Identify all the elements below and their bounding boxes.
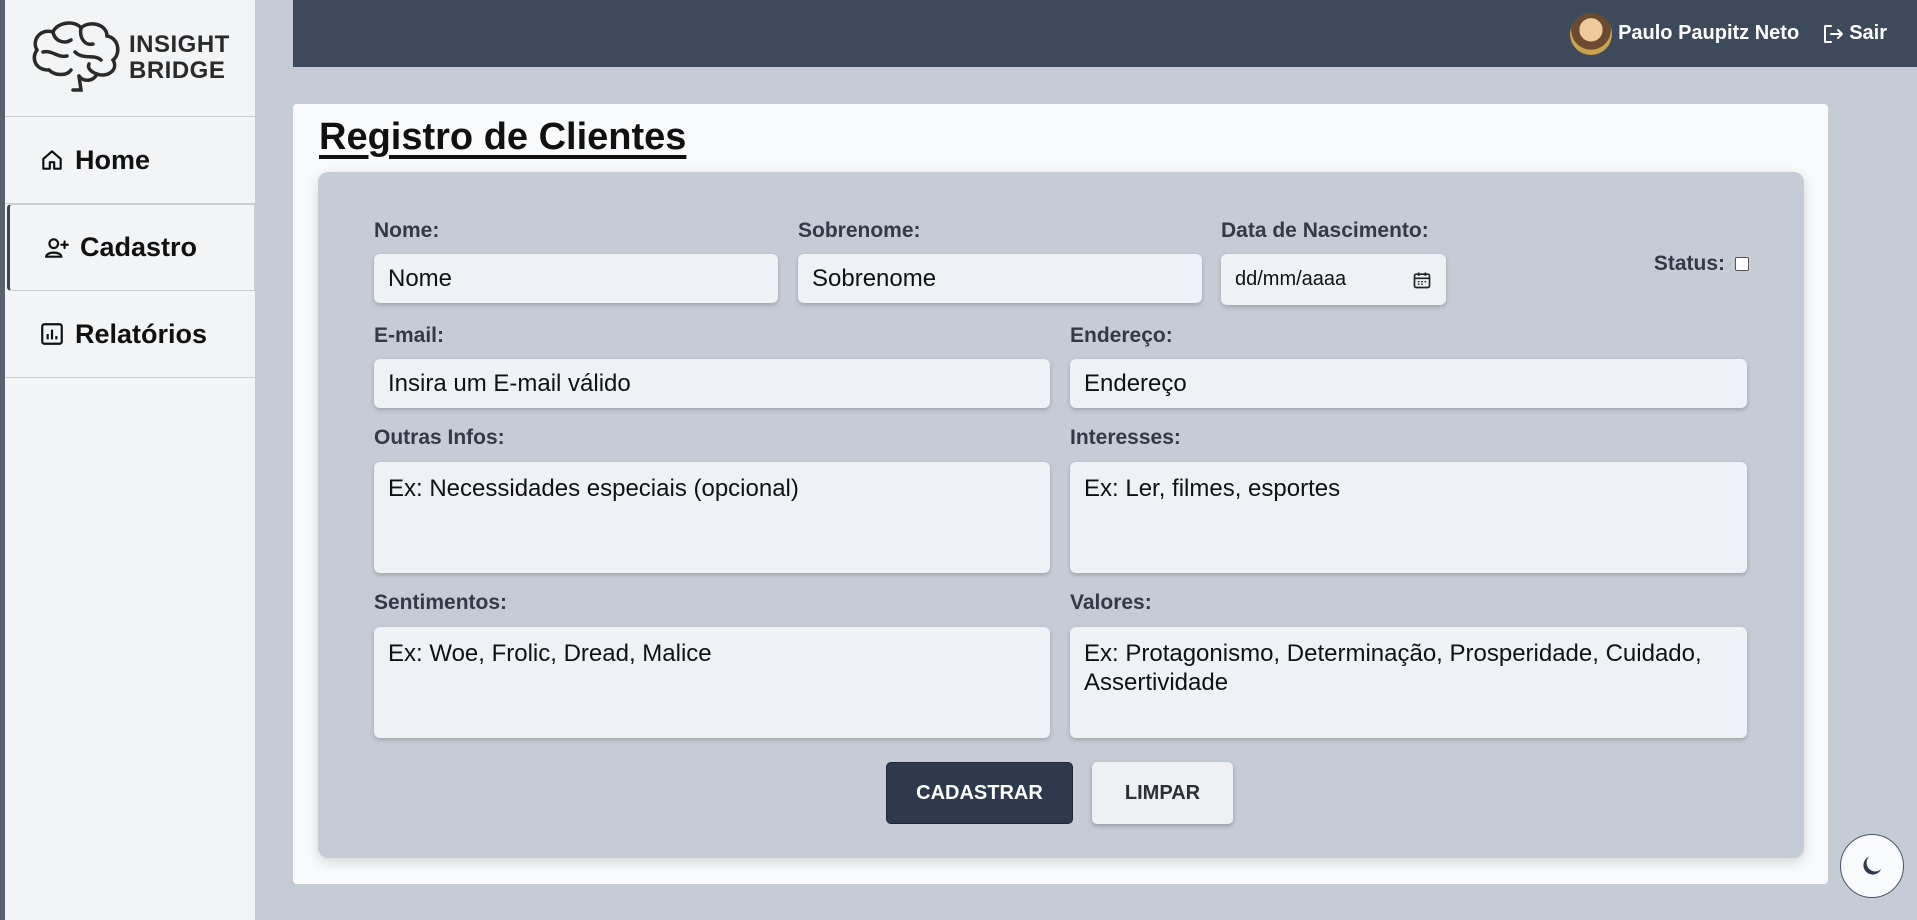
sidebar-item-relatorios[interactable]: Relatórios — [5, 291, 255, 378]
email-input[interactable] — [374, 359, 1050, 408]
cadastrar-button[interactable]: CADASTRAR — [886, 762, 1073, 824]
brain-icon — [32, 21, 120, 92]
interesses-textarea[interactable] — [1070, 462, 1747, 573]
sidebar-item-home[interactable]: Home — [5, 117, 255, 204]
date-placeholder: dd/mm/aaaa — [1235, 268, 1347, 290]
sidebar-item-label: Relatórios — [75, 318, 208, 349]
theme-toggle-button[interactable] — [1840, 834, 1904, 898]
sentimentos-textarea[interactable] — [374, 627, 1050, 738]
nascimento-label: Data de Nascimento: — [1221, 219, 1429, 242]
brand-name: INSIGHT BRIDGE — [129, 32, 230, 84]
sidebar: INSIGHT BRIDGE Home Cadastro Relatórios — [0, 0, 255, 920]
logout-button[interactable]: Sair — [1821, 22, 1887, 46]
client-form: Nome: Sobrenome: Data de Nascimento: dd/… — [318, 172, 1804, 858]
limpar-button[interactable]: LIMPAR — [1092, 762, 1233, 824]
logout-icon — [1824, 24, 1844, 43]
sidebar-item-cadastro[interactable]: Cadastro — [7, 204, 255, 291]
logout-label: Sair — [1849, 22, 1887, 44]
valores-textarea[interactable] — [1070, 627, 1747, 738]
calendar-icon[interactable] — [1412, 270, 1432, 290]
interesses-label: Interesses: — [1070, 426, 1181, 449]
user-plus-icon — [44, 235, 70, 261]
sobrenome-input[interactable] — [798, 254, 1202, 303]
brand-line-2: BRIDGE — [129, 57, 226, 84]
status-checkbox[interactable] — [1735, 257, 1749, 271]
avatar[interactable] — [1570, 12, 1613, 55]
sidebar-item-label: Cadastro — [80, 232, 198, 262]
sobrenome-label: Sobrenome: — [798, 219, 921, 242]
sidebar-item-label: Home — [75, 144, 151, 175]
page-title: Registro de Clientes — [319, 116, 687, 158]
nome-input[interactable] — [374, 254, 778, 303]
nascimento-date-input[interactable]: dd/mm/aaaa — [1221, 254, 1446, 305]
status-label: Status: — [1653, 252, 1725, 275]
endereco-label: Endereço: — [1070, 324, 1173, 347]
valores-label: Valores: — [1070, 591, 1152, 614]
endereco-input[interactable] — [1070, 359, 1747, 408]
outras-infos-textarea[interactable] — [374, 462, 1050, 573]
home-icon — [39, 147, 65, 173]
moon-icon — [1863, 856, 1882, 875]
chart-icon — [39, 321, 65, 347]
logo[interactable]: INSIGHT BRIDGE — [5, 0, 255, 117]
brand-line-1: INSIGHT — [129, 31, 230, 58]
top-bar: Paulo Paupitz Neto Sair — [293, 0, 1917, 67]
user-name: Paulo Paupitz Neto — [1618, 22, 1800, 44]
status-field: Status: — [1654, 252, 1749, 276]
sentimentos-label: Sentimentos: — [374, 591, 508, 614]
email-label: E-mail: — [374, 324, 445, 347]
main-card: Registro de Clientes Nome: Sobrenome: Da… — [293, 104, 1828, 884]
nome-label: Nome: — [374, 219, 440, 242]
outras-infos-label: Outras Infos: — [374, 426, 505, 449]
